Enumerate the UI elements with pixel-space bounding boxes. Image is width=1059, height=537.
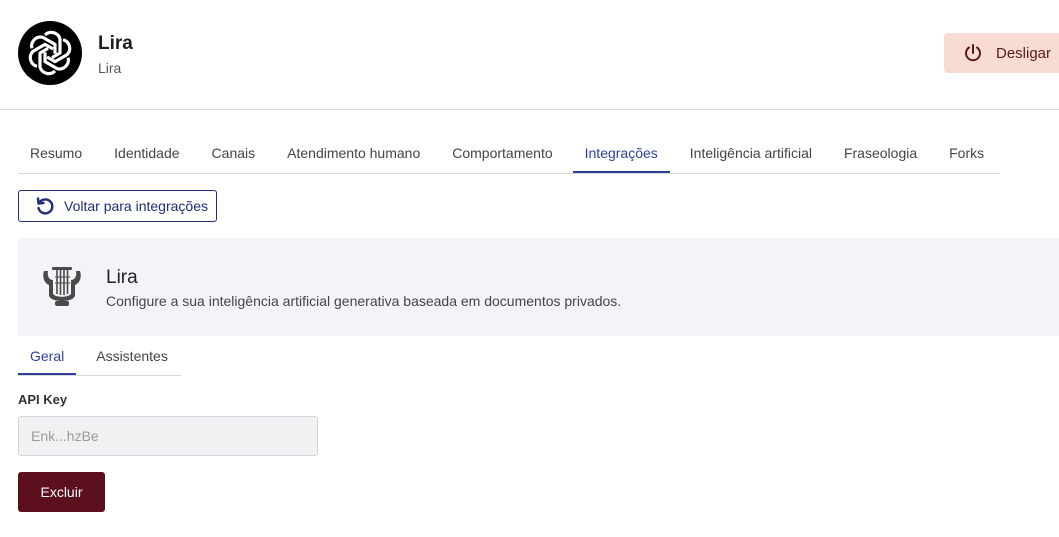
tab-atendimento-humano[interactable]: Atendimento humano <box>275 134 432 173</box>
lyre-icon <box>43 267 81 306</box>
page-header: Lira Lira Desligar <box>0 0 1059 110</box>
power-icon <box>965 44 981 62</box>
back-button-label: Voltar para integrações <box>64 198 208 214</box>
subtab-geral[interactable]: Geral <box>18 339 77 375</box>
openai-logo-icon <box>28 30 72 76</box>
bot-name: Lira <box>98 33 133 54</box>
main-tabs: Resumo Identidade Canais Atendimento hum… <box>18 134 1000 174</box>
integration-title: Lira <box>106 267 138 288</box>
delete-button[interactable]: Excluir <box>18 472 105 512</box>
power-off-button[interactable]: Desligar <box>944 33 1059 73</box>
api-key-input[interactable] <box>18 416 318 456</box>
tab-fraseologia[interactable]: Fraseologia <box>832 134 929 173</box>
undo-icon <box>36 197 54 215</box>
bot-subtitle: Lira <box>98 60 122 76</box>
tab-canais[interactable]: Canais <box>200 134 268 173</box>
api-key-label: API Key <box>18 392 68 407</box>
integration-description: Configure a sua inteligência artificial … <box>106 293 622 309</box>
tab-resumo[interactable]: Resumo <box>18 134 94 173</box>
integration-subtabs: Geral Assistentes <box>18 339 181 376</box>
integration-banner: Lira Configure a sua inteligência artifi… <box>18 238 1059 336</box>
avatar <box>18 21 82 85</box>
tab-inteligencia-artificial[interactable]: Inteligência artificial <box>678 134 824 173</box>
tab-integracoes[interactable]: Integrações <box>572 134 670 173</box>
tab-forks[interactable]: Forks <box>937 134 996 173</box>
tab-identidade[interactable]: Identidade <box>102 134 191 173</box>
power-off-label: Desligar <box>996 44 1052 62</box>
subtab-assistentes[interactable]: Assistentes <box>84 339 180 375</box>
back-to-integrations-button[interactable]: Voltar para integrações <box>18 190 217 222</box>
tab-comportamento[interactable]: Comportamento <box>440 134 564 173</box>
